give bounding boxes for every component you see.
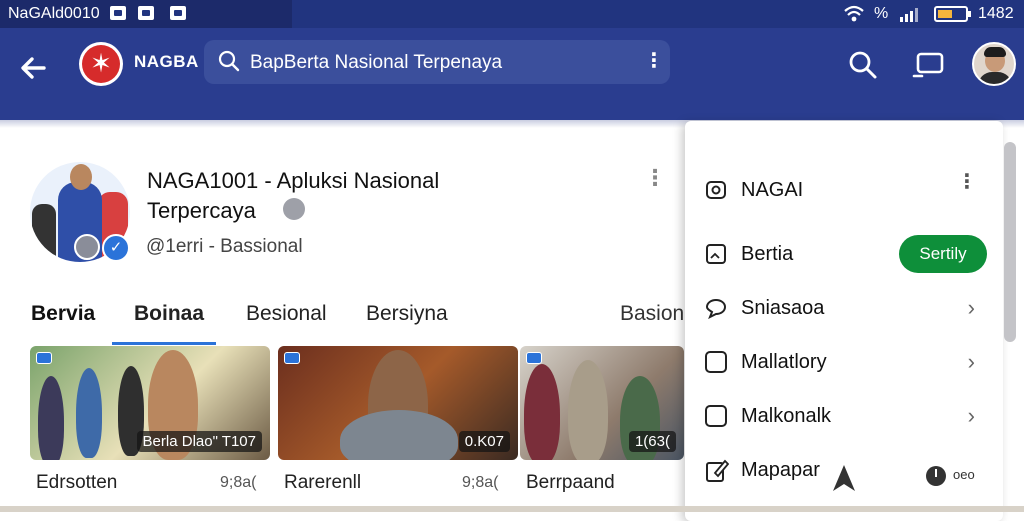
active-tab-indicator [112,342,216,345]
app-bar: ✶ NAGBA BapBerta Nasional Terpenaya ⋮ [0,28,1024,120]
image-icon [706,244,726,264]
menu-item-mapapar[interactable]: Mapapar oeo [705,451,995,491]
avatar-head [70,164,92,190]
next-row-preview [0,506,1024,512]
channel-title: NAGA1001 - Apluksi Nasional Terpercaya [147,168,440,223]
tab-boinaa[interactable]: Boinaa [134,302,204,326]
video-views: 9;8a( [220,474,257,491]
brand-logo[interactable]: ✶ [79,42,123,86]
thumb-person [524,364,560,460]
notification-icon [110,6,126,20]
search-box[interactable]: BapBerta Nasional Terpenaya ⋮ [204,40,670,84]
menu-extra-label: oeo [953,467,975,482]
channel-more-icon[interactable]: ⋮ [644,167,666,189]
menu-item-label: Bertia [741,243,794,265]
video-thumbnail[interactable]: 0.K07 [278,346,518,460]
video-title[interactable]: Rarerenll [284,472,361,494]
brand-name: NAGBA [134,52,199,71]
channel-handle: @1erri - Bassional [146,236,303,257]
menu-item-malkonalk[interactable]: Malkonalk › [705,397,995,437]
thumb-person [76,368,102,458]
video-thumbnail[interactable]: 1(63( [520,346,684,460]
menu-item-label: Sniasaoa [741,297,825,319]
wifi-icon [844,5,864,22]
menu-item-sniasaoa[interactable]: Sniasaoa › [705,289,995,329]
avatar-body [978,72,1012,84]
profile-avatar[interactable] [972,42,1016,86]
channel-badge-icon [74,234,100,260]
subscribe-button[interactable]: Sertily [899,235,987,273]
channel-tag-icon [284,352,300,364]
video-overlay-text: Berla Dlao" T107 [136,431,262,452]
channel-tag-icon [36,352,52,364]
search-query: BapBerta Nasional Terpenaya [250,52,503,73]
menu-item-label: Mallatlory [741,351,827,373]
screenshot-icon [170,6,186,20]
globe-icon [283,198,305,220]
checkbox-icon[interactable] [705,405,727,427]
overflow-menu: NAGAI ⋮ Bertia Sertily Sniasaoa › Mallat… [685,121,1003,521]
menu-header-title: NAGAI [741,179,804,201]
camera-icon [706,181,726,199]
edit-icon [706,459,729,482]
more-vertical-icon[interactable]: ⋮ [644,48,664,73]
speech-bubble-icon [705,298,727,319]
avatar-person-left [32,204,56,262]
scrollbar[interactable] [1004,142,1016,342]
video-title[interactable]: Edrsotten [36,472,117,494]
chevron-right-icon: › [967,295,975,320]
menu-item-label: Malkonalk [741,405,832,427]
thumb-shirt [340,410,458,460]
back-arrow-icon[interactable] [14,48,54,88]
tab-bervia[interactable]: Bervia [31,302,95,326]
channel-tag-icon [526,352,542,364]
status-time: 1482 [978,5,1014,22]
status-bar: NaGAld0010 % 1482 [0,0,1024,28]
thumb-person [38,376,64,460]
menu-item-label: Mapapar [741,459,820,481]
avatar-hair [984,47,1006,57]
video-overlay-text: 1(63( [628,431,676,452]
thumb-person [568,360,608,460]
download-icon [138,6,154,20]
checkbox-icon[interactable] [705,351,727,373]
signal-bars-icon [900,8,918,22]
cast-icon[interactable] [912,50,946,80]
star-icon: ✶ [90,48,112,78]
chevron-right-icon: › [967,349,975,374]
search-icon [218,50,240,72]
tab-basion[interactable]: Basion [620,302,684,326]
search-icon[interactable] [846,48,880,82]
pin-icon [926,466,946,486]
video-thumbnail[interactable]: Berla Dlao" T107 [30,346,270,460]
signal-label: % [874,5,889,22]
verified-icon: ✓ [102,234,130,262]
more-vertical-icon[interactable]: ⋮ [957,172,977,192]
menu-header: NAGAI ⋮ [705,171,995,211]
video-views: 9;8a( [462,474,499,491]
cursor-icon [833,465,855,491]
status-title: NaGAld0010 [8,5,100,22]
chevron-right-icon: › [967,403,975,428]
tab-bersiyna[interactable]: Bersiyna [366,302,448,326]
battery-icon [934,6,971,22]
tab-besional[interactable]: Besional [246,302,327,326]
menu-item-mallatlory[interactable]: Mallatlory › [705,343,995,383]
video-overlay-text: 0.K07 [458,431,510,452]
video-title[interactable]: Berrpaand [526,472,615,494]
